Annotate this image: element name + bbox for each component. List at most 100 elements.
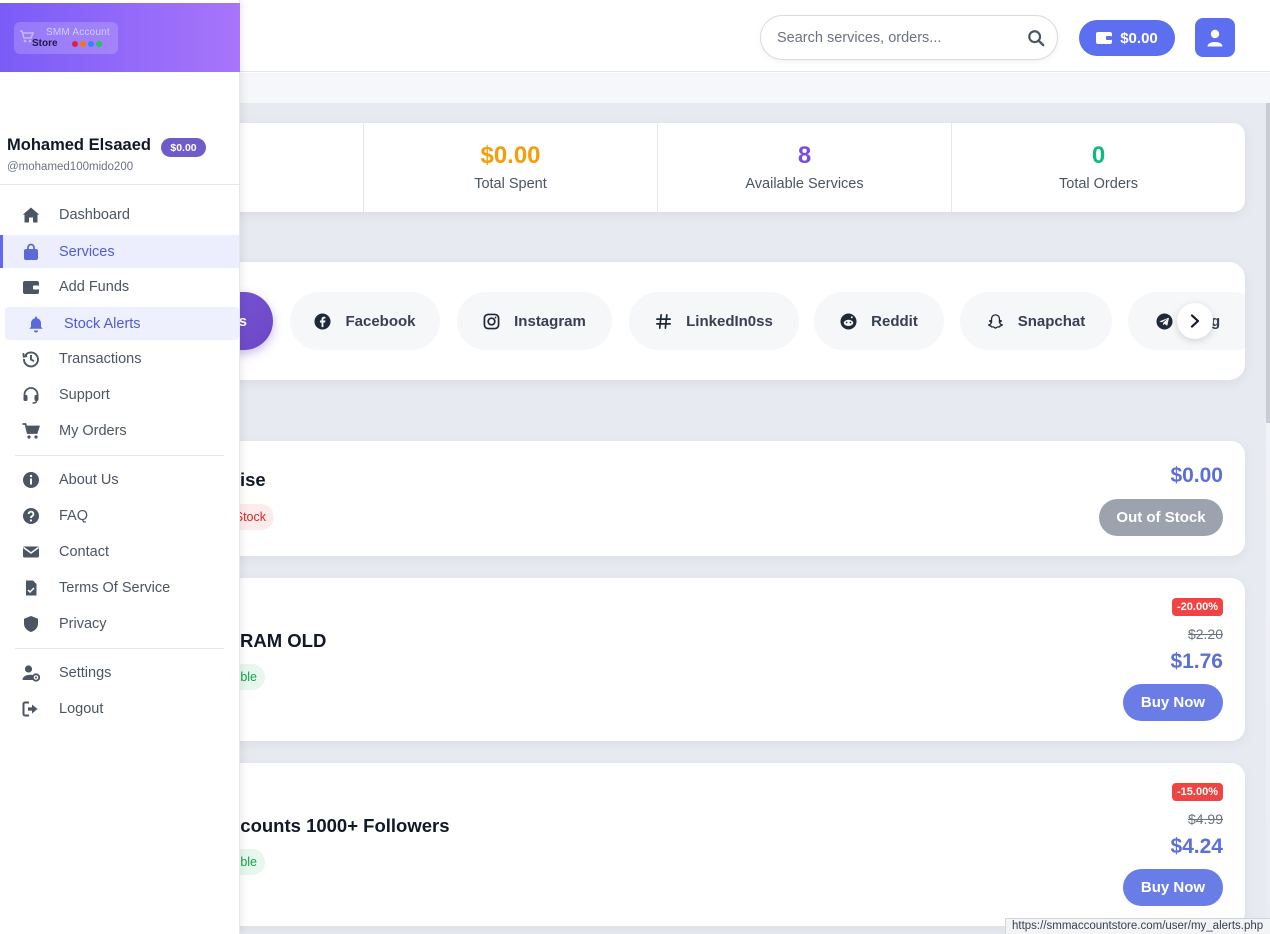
sidebar-item-stock-alerts[interactable]: Stock Alerts: [5, 307, 239, 340]
sidebar-item-settings[interactable]: Settings: [0, 656, 239, 689]
reddit-icon: [840, 312, 857, 330]
discount-badge: -20.00%: [1172, 598, 1223, 616]
snapchat-icon: [987, 313, 1004, 330]
search-box[interactable]: [760, 15, 1058, 60]
sidebar-item-terms-of-service[interactable]: Terms Of Service: [0, 571, 239, 604]
sidebar-item-contact[interactable]: Contact: [0, 535, 239, 568]
wallet-balance-button[interactable]: $0.00: [1079, 20, 1175, 56]
envelope-icon: [22, 543, 40, 561]
service-title: ccounts 1000+ Followers: [230, 815, 450, 836]
sidebar-item-add-funds[interactable]: Add Funds: [0, 270, 239, 303]
page-scrollbar[interactable]: [1266, 103, 1270, 423]
sidebar-item-services[interactable]: Services: [0, 235, 239, 268]
category-label: Reddit: [871, 312, 918, 330]
sidebar-item-privacy[interactable]: Privacy: [0, 607, 239, 640]
shield-icon: [22, 615, 40, 633]
user-cog-icon: [22, 664, 40, 682]
sidebar-item-about-us[interactable]: About Us: [0, 463, 239, 496]
shopping-bag-icon: [22, 243, 40, 261]
site-logo[interactable]: SMM Account Store: [14, 22, 118, 54]
category-chip-reddit[interactable]: Reddit: [814, 292, 944, 350]
user-balance-badge: $0.00: [161, 138, 206, 157]
bell-icon: [27, 315, 45, 333]
question-icon: [22, 507, 40, 525]
stat-total-orders: 0 Total Orders: [951, 123, 1245, 212]
category-chip-snapchat[interactable]: Snapchat: [960, 292, 1112, 350]
search-icon[interactable]: [1027, 29, 1045, 47]
logo-dots: [72, 41, 102, 47]
category-label: Instagram: [514, 312, 586, 330]
stat-total-spent: $0.00 Total Spent: [363, 123, 657, 212]
sidebar-item-my-orders[interactable]: My Orders: [0, 414, 239, 447]
telegram-icon: [1156, 312, 1173, 330]
old-price: $4.99: [1187, 811, 1223, 827]
sidebar-item-label: Services: [59, 243, 115, 260]
stat-label: Total Orders: [1059, 176, 1138, 192]
logo-text: Store: [32, 38, 58, 49]
stat-available-services: 8 Available Services: [657, 123, 951, 212]
profile-button[interactable]: [1195, 18, 1235, 57]
sidebar-item-label: My Orders: [59, 422, 127, 439]
category-label: Snapchat: [1017, 312, 1086, 330]
service-title: ise: [240, 469, 266, 490]
chevron-right-icon: [1188, 314, 1202, 328]
facebook-icon: [314, 312, 332, 330]
sidebar-item-label: Settings: [59, 664, 112, 681]
category-label: Facebook: [345, 312, 416, 330]
instagram-icon: [483, 313, 500, 330]
stats-panel: 0 nce $0.00 Total Spent 8 Available Serv…: [100, 123, 1245, 212]
sidebar-item-faq[interactable]: FAQ: [0, 499, 239, 532]
sidebar-item-dashboard[interactable]: Dashboard: [0, 198, 239, 231]
stat-label: Total Spent: [474, 176, 547, 192]
sidebar-header: SMM Account Store: [0, 3, 240, 72]
home-icon: [22, 206, 40, 224]
sidebar-item-label: Terms Of Service: [59, 579, 171, 596]
search-input[interactable]: [777, 16, 1027, 59]
logo-text: SMM Account: [46, 27, 110, 38]
sidebar-item-label: Dashboard: [59, 206, 130, 223]
user-handle: @mohamed100mido200: [7, 161, 134, 173]
service-card: -15.00% $4.99 $4.24 ccounts 1000+ Follow…: [100, 763, 1245, 926]
discount-badge: -15.00%: [1172, 783, 1223, 801]
sidebar-item-label: Contact: [59, 543, 109, 560]
sidebar-item-label: Stock Alerts: [64, 315, 141, 332]
buy-now-button[interactable]: Buy Now: [1123, 869, 1223, 906]
service-title: RAM OLD: [240, 630, 327, 651]
hashtag-icon: [655, 313, 672, 330]
sidebar-item-label: Support: [59, 386, 110, 403]
sidebar-item-transactions[interactable]: Transactions: [0, 342, 239, 375]
sidebar-item-label: Logout: [59, 700, 104, 717]
buy-now-button[interactable]: Buy Now: [1123, 684, 1223, 721]
wallet-icon: [22, 278, 40, 296]
divider: [0, 184, 239, 185]
browser-status-url: https://smmaccountstore.com/user/my_aler…: [1005, 918, 1270, 934]
document-icon: [22, 579, 40, 597]
sidebar-item-label: Privacy: [59, 615, 107, 632]
service-price: $4.24: [1170, 835, 1223, 858]
info-icon: [22, 471, 40, 489]
out-of-stock-button[interactable]: Out of Stock: [1099, 499, 1223, 536]
wallet-balance: $0.00: [1120, 29, 1158, 47]
user-name: Mohamed Elsaaed: [7, 136, 151, 154]
category-chip-linkedin[interactable]: LinkedIn0ss: [629, 292, 799, 350]
category-label: LinkedIn0ss: [686, 312, 773, 330]
category-chip-facebook[interactable]: Facebook: [290, 292, 440, 350]
sidebar-item-support[interactable]: Support: [0, 378, 239, 411]
category-next-button[interactable]: [1177, 303, 1213, 339]
wallet-icon: [1096, 31, 1113, 45]
headset-icon: [22, 386, 40, 404]
category-filter-bar: s Facebook Instagram LinkedIn0ss Reddit …: [100, 262, 1245, 380]
service-price: $1.76: [1170, 650, 1223, 673]
service-card: ise Stock $0.00 Out of Stock: [100, 441, 1245, 556]
sidebar-item-label: Add Funds: [59, 278, 130, 295]
sidebar-item-label: Transactions: [59, 350, 142, 367]
sidebar-item-logout[interactable]: Logout: [0, 692, 239, 725]
old-price: $2.20: [1187, 626, 1223, 642]
cart-icon: [22, 422, 40, 440]
category-chip-instagram[interactable]: Instagram: [457, 292, 612, 350]
sidebar: SMM Account Store Mohamed Elsaaed $0.00 …: [0, 0, 240, 934]
logout-icon: [22, 700, 40, 718]
divider: [15, 648, 224, 649]
stat-value: 8: [797, 142, 812, 169]
service-price: $0.00: [1170, 464, 1223, 487]
